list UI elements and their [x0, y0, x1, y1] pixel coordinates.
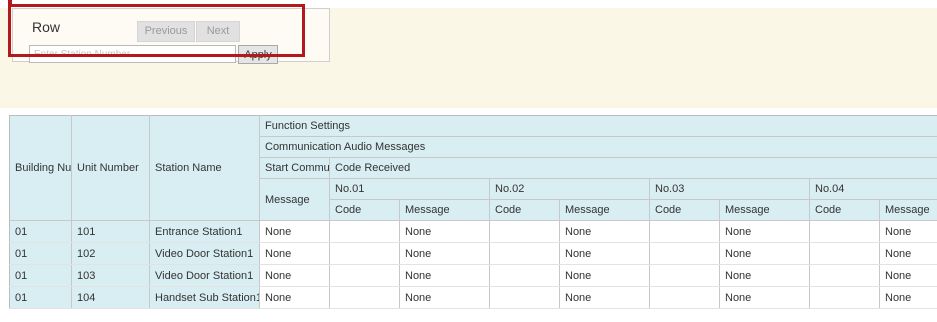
cell-station-name: Entrance Station1 [149, 220, 260, 243]
cell-message-no04[interactable]: None [879, 264, 937, 287]
header-group-no01: No.01 [329, 178, 490, 200]
cell-code-no01[interactable] [329, 286, 400, 309]
cell-station-name: Video Door Station1 [149, 242, 260, 265]
cell-message-no01[interactable]: None [399, 264, 490, 287]
cell-message-no03[interactable]: None [719, 220, 810, 243]
cell-message-no02[interactable]: None [559, 242, 650, 265]
cell-code-no03[interactable] [649, 264, 720, 287]
table-row: 01 103 Video Door Station1 None None Non… [9, 264, 937, 287]
header-start-message: Message [259, 178, 330, 221]
cell-start-message[interactable]: None [259, 242, 330, 265]
cell-message-no04[interactable]: None [879, 242, 937, 265]
cell-code-no01[interactable] [329, 220, 400, 243]
cell-start-message[interactable]: None [259, 264, 330, 287]
header-building-number: Building Nu [9, 115, 72, 221]
header-code-no02: Code [489, 199, 560, 221]
cell-code-no03[interactable] [649, 242, 720, 265]
cell-unit: 102 [71, 242, 150, 265]
cell-code-no03[interactable] [649, 220, 720, 243]
header-code-received: Code Received [329, 157, 937, 179]
cell-message-no02[interactable]: None [559, 264, 650, 287]
cell-code-no02[interactable] [489, 286, 560, 309]
cell-unit: 103 [71, 264, 150, 287]
header-start-communication: Start Commu [259, 157, 330, 179]
header-group-no03: No.03 [649, 178, 810, 200]
cell-message-no04[interactable]: None [879, 220, 937, 243]
callout-highlight-frame [8, 4, 305, 57]
header-group-no04: No.04 [809, 178, 937, 200]
cell-station-name: Video Door Station1 [149, 264, 260, 287]
cell-message-no03[interactable]: None [719, 242, 810, 265]
cell-code-no01[interactable] [329, 242, 400, 265]
cell-building: 01 [9, 220, 72, 243]
cell-station-name: Handset Sub Station1 [149, 286, 260, 309]
table-row: 01 102 Video Door Station1 None None Non… [9, 242, 937, 265]
header-code-no04: Code [809, 199, 880, 221]
cell-building: 01 [9, 264, 72, 287]
cell-message-no02[interactable]: None [559, 286, 650, 309]
cell-message-no01[interactable]: None [399, 286, 490, 309]
header-station-name: Station Name [149, 115, 260, 221]
settings-table-container: Building Nu Unit Number Station Name Fun… [9, 115, 937, 322]
cell-code-no01[interactable] [329, 264, 400, 287]
header-message-no04: Message [879, 199, 937, 221]
cell-unit: 101 [71, 220, 150, 243]
header-code-no03: Code [649, 199, 720, 221]
cell-building: 01 [9, 286, 72, 309]
cell-code-no04[interactable] [809, 242, 880, 265]
cell-message-no03[interactable]: None [719, 286, 810, 309]
cell-code-no03[interactable] [649, 286, 720, 309]
cell-message-no01[interactable]: None [399, 220, 490, 243]
cell-code-no02[interactable] [489, 220, 560, 243]
cell-code-no04[interactable] [809, 286, 880, 309]
cell-code-no02[interactable] [489, 242, 560, 265]
header-message-no01: Message [399, 199, 490, 221]
cell-code-no04[interactable] [809, 220, 880, 243]
table-row: 01 104 Handset Sub Station1 None None No… [9, 286, 937, 309]
cell-code-no02[interactable] [489, 264, 560, 287]
cell-building: 01 [9, 242, 72, 265]
header-message-no03: Message [719, 199, 810, 221]
cell-code-no04[interactable] [809, 264, 880, 287]
cell-message-no03[interactable]: None [719, 264, 810, 287]
header-code-no01: Code [329, 199, 400, 221]
header-function-settings: Function Settings [259, 115, 937, 137]
table-row: 01 101 Entrance Station1 None None None … [9, 220, 937, 243]
cell-message-no02[interactable]: None [559, 220, 650, 243]
station-settings-table: Building Nu Unit Number Station Name Fun… [9, 115, 937, 309]
cell-message-no01[interactable]: None [399, 242, 490, 265]
header-unit-number: Unit Number [71, 115, 150, 221]
header-group-no02: No.02 [489, 178, 650, 200]
cell-message-no04[interactable]: None [879, 286, 937, 309]
cell-unit: 104 [71, 286, 150, 309]
header-message-no02: Message [559, 199, 650, 221]
cell-start-message[interactable]: None [259, 286, 330, 309]
cell-start-message[interactable]: None [259, 220, 330, 243]
header-communication-audio-messages: Communication Audio Messages [259, 136, 937, 158]
